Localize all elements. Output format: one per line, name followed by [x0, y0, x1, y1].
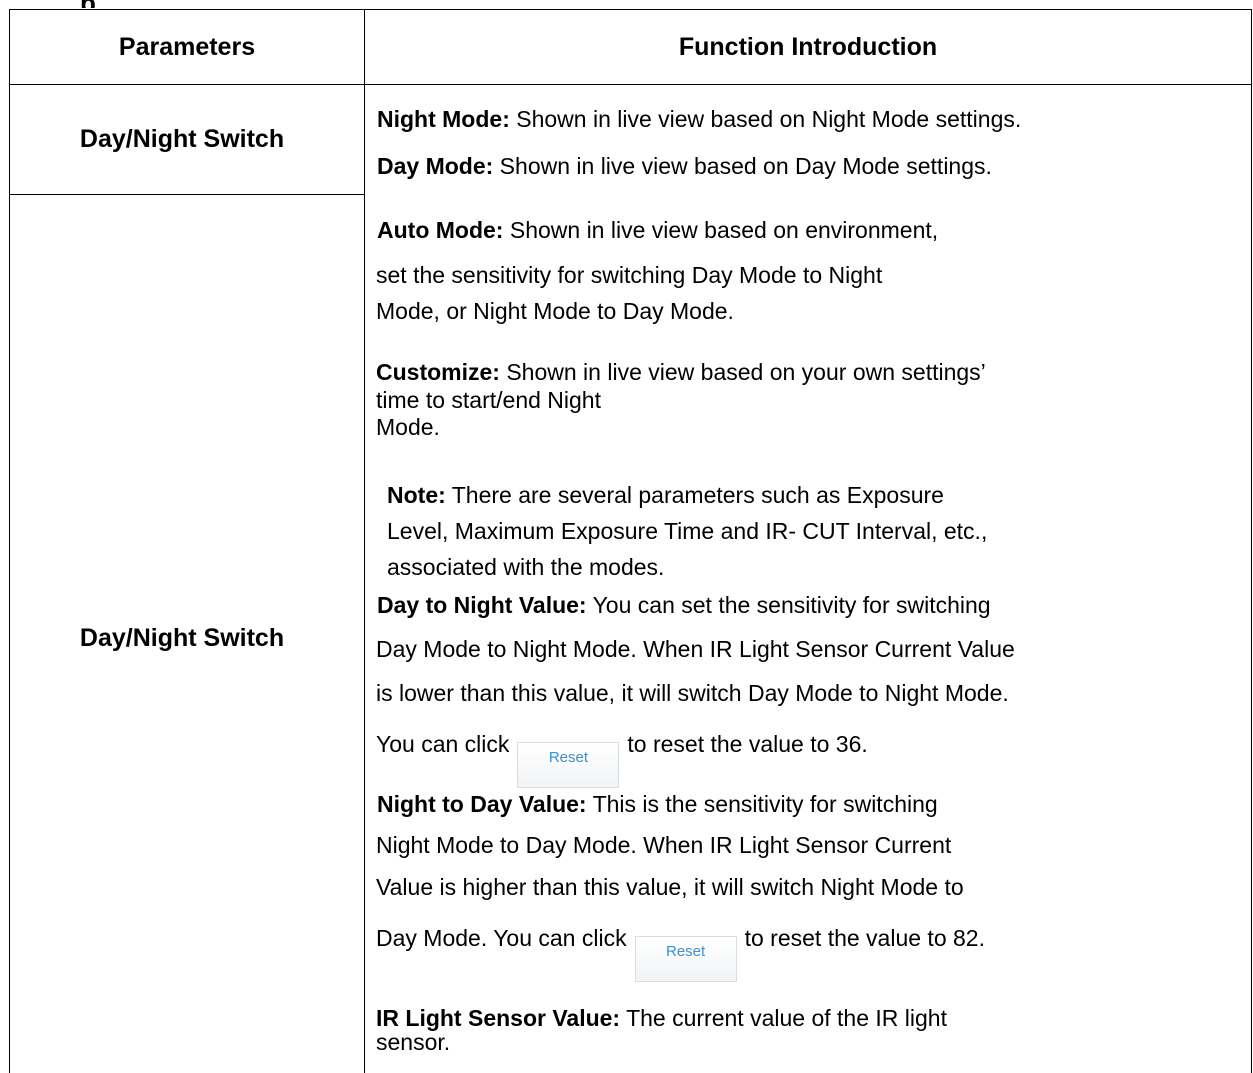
- night-to-day-line-1: Night to Day Value: This is the sensitiv…: [377, 791, 938, 817]
- day-to-night-line-1: Day to Night Value: You can set the sens…: [377, 592, 991, 618]
- customize-line-3: Mode.: [376, 414, 440, 440]
- day-to-night-line-2: Day Mode to Night Mode. When IR Light Se…: [376, 636, 1015, 662]
- header-function-introduction: Function Introduction: [678, 32, 938, 61]
- param-day-night-switch-2: Day/Night Switch: [79, 624, 285, 652]
- reset-button-day-to-night[interactable]: Reset: [517, 742, 620, 788]
- param-day-night-switch-1: Day/Night Switch: [79, 125, 285, 153]
- reset-button-night-to-day[interactable]: Reset: [634, 936, 737, 982]
- note-line-3: associated with the modes.: [387, 554, 665, 580]
- day-to-night-line-3: is lower than this value, it will switch…: [376, 680, 1009, 706]
- table-border-left: [9, 9, 10, 1073]
- night-to-day-line-2: Night Mode to Day Mode. When IR Light Se…: [376, 832, 952, 858]
- night-to-day-line-3: Value is higher than this value, it will…: [376, 874, 964, 900]
- auto-mode-line-3: Mode, or Night Mode to Day Mode.: [376, 298, 734, 324]
- note-line-2: Level, Maximum Exposure Time and IR- CUT…: [387, 518, 988, 544]
- header-parameters: Parameters: [118, 32, 256, 61]
- day-mode-line: Day Mode: Shown in live view based on Da…: [377, 153, 992, 179]
- auto-mode-line-1: Auto Mode: Shown in live view based on e…: [377, 217, 939, 243]
- table-row-divider: [9, 194, 365, 195]
- table-border-right: [1251, 9, 1252, 1073]
- table-column-divider: [364, 9, 365, 1073]
- day-to-night-reset-line: You can clickResetto reset the value to …: [376, 728, 868, 788]
- night-mode-line: Night Mode: Shown in live view based on …: [377, 106, 1022, 132]
- ir-sensor-line-1: IR Light Sensor Value: The current value…: [376, 1005, 947, 1031]
- note-line-1: Note: There are several parameters such …: [387, 482, 944, 508]
- night-to-day-reset-line: Day Mode. You can clickResetto reset the…: [376, 922, 985, 982]
- ir-sensor-line-2: sensor.: [376, 1029, 451, 1055]
- auto-mode-line-2: set the sensitivity for switching Day Mo…: [376, 262, 883, 288]
